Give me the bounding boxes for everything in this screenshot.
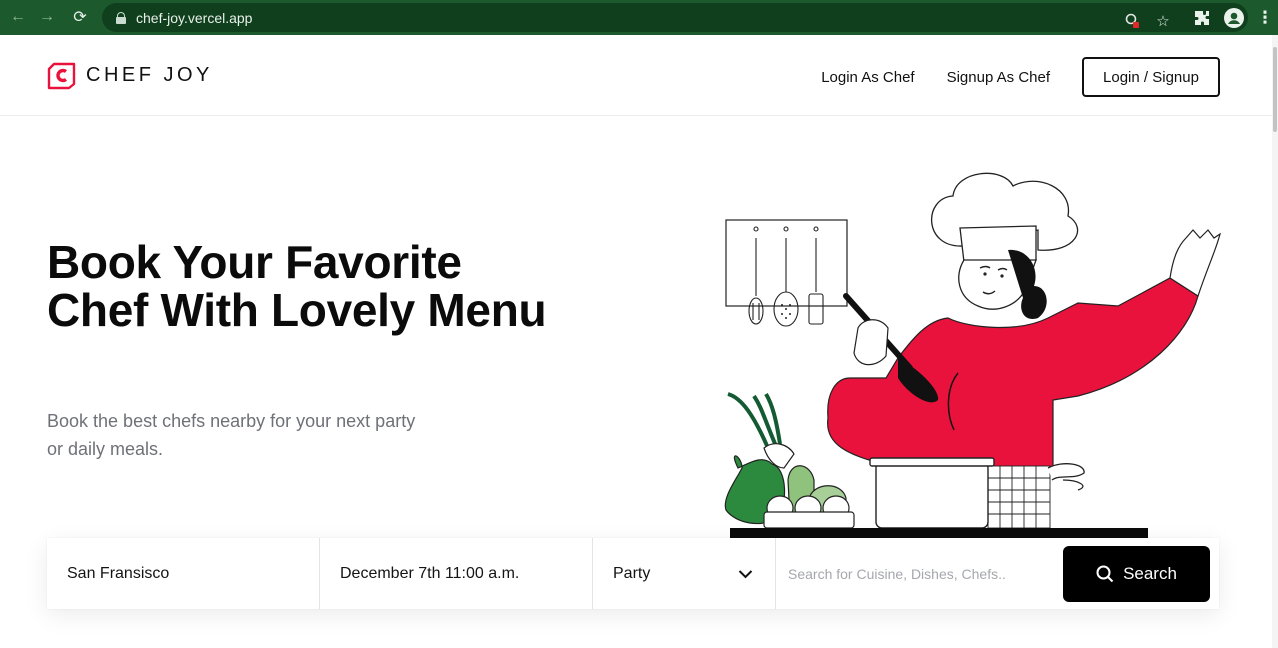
- hero-title: Book Your Favorite Chef With Lovely Menu: [47, 236, 547, 336]
- browser-menu-icon[interactable]: ⋮: [1257, 0, 1274, 35]
- forward-icon[interactable]: →: [33, 3, 61, 31]
- back-icon[interactable]: ←: [4, 3, 32, 31]
- url-text: chef-joy.vercel.app: [136, 9, 253, 26]
- brand-name: CHEF JOY: [86, 64, 213, 86]
- address-bar[interactable]: chef-joy.vercel.app ☆: [102, 3, 1248, 32]
- occasion-select-value: Party: [613, 564, 651, 582]
- chef-cooking-illustration: [724, 172, 1221, 540]
- address-bar-actions: ☆: [1124, 3, 1172, 38]
- profile-avatar-icon[interactable]: [1224, 0, 1244, 35]
- search-button-label: Search: [1123, 564, 1177, 583]
- signup-as-chef-link[interactable]: Signup As Chef: [947, 69, 1050, 86]
- hero-subtitle: Book the best chefs nearby for your next…: [47, 411, 416, 459]
- bookmark-star-icon[interactable]: ☆: [1154, 12, 1172, 30]
- chef-joy-logo-icon: [47, 62, 76, 90]
- reload-icon[interactable]: ⟳: [66, 3, 94, 31]
- page-scrollbar[interactable]: [1272, 35, 1278, 648]
- search-button[interactable]: Search: [1063, 546, 1210, 602]
- scrollbar-thumb[interactable]: [1273, 47, 1277, 132]
- extensions-icon[interactable]: [1193, 0, 1211, 35]
- booking-search-bar: San Fransisco December 7th 11:00 a.m. Pa…: [47, 538, 1219, 609]
- brand-logo[interactable]: CHEF JOY: [47, 61, 213, 90]
- location-blocked-icon[interactable]: [1124, 13, 1140, 29]
- site-header: CHEF JOY Login As Chef Signup As Chef Lo…: [0, 35, 1272, 116]
- lock-icon: [116, 11, 126, 24]
- login-signup-button[interactable]: Login / Signup: [1082, 57, 1220, 97]
- main-nav: Login As Chef Signup As Chef Login / Sig…: [821, 57, 1220, 97]
- occasion-select[interactable]: Party: [593, 538, 776, 609]
- browser-toolbar: ← → ⟳ chef-joy.vercel.app ☆ ⋮: [0, 0, 1278, 35]
- chevron-down-icon: [738, 569, 753, 578]
- datetime-field[interactable]: December 7th 11:00 a.m.: [320, 538, 593, 609]
- search-icon: [1096, 565, 1114, 583]
- location-field[interactable]: San Fransisco: [47, 538, 320, 609]
- login-as-chef-link[interactable]: Login As Chef: [821, 69, 914, 86]
- search-input[interactable]: [788, 565, 1048, 582]
